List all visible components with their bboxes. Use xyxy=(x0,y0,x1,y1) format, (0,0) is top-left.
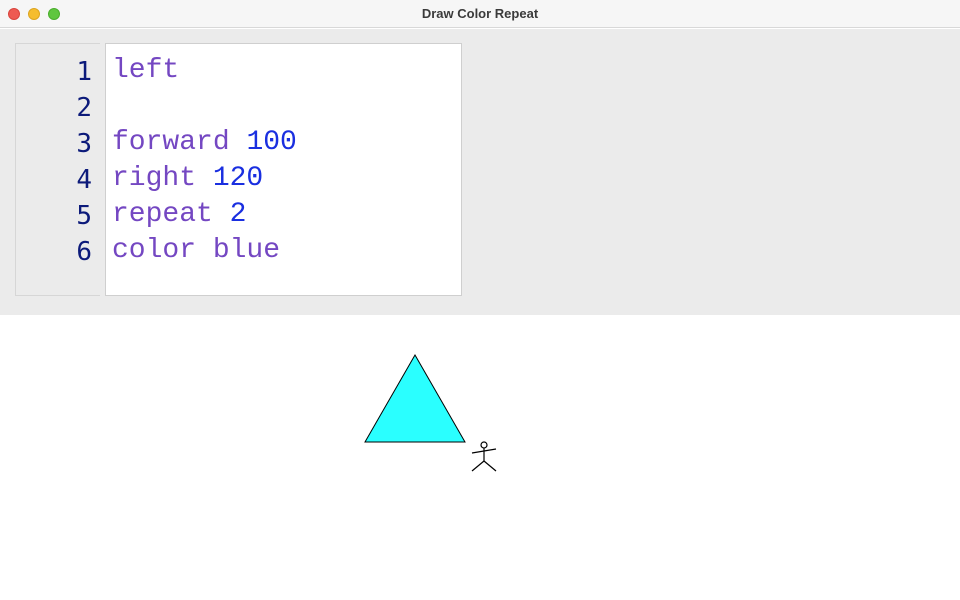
code-value: 100 xyxy=(246,127,297,158)
title-bar: Draw Color Repeat xyxy=(0,0,960,28)
code-value: 2 xyxy=(229,199,247,230)
editor-panel: 1 2 3 4 5 6 left forward 100 right 120 r… xyxy=(0,29,960,315)
line-number: 1 xyxy=(76,57,92,87)
line-number: 5 xyxy=(76,201,92,231)
code-line[interactable]: left xyxy=(112,53,179,89)
line-number: 2 xyxy=(76,93,92,123)
code-keyword: repeat xyxy=(112,199,213,230)
code-keyword: left xyxy=(112,55,180,86)
turtle-left-leg xyxy=(471,460,485,472)
code-line[interactable]: repeat 2 xyxy=(112,197,246,233)
line-number: 3 xyxy=(76,129,92,159)
line-number-gutter: 1 2 3 4 5 6 xyxy=(15,43,100,296)
line-number: 6 xyxy=(76,237,92,267)
code-editor[interactable]: left forward 100 right 120 repeat 2 colo… xyxy=(105,43,462,296)
app-window: Draw Color Repeat 1 2 3 4 5 6 left forwa… xyxy=(0,0,960,600)
code-keyword: right xyxy=(112,163,197,194)
code-line[interactable]: forward 100 xyxy=(112,125,297,161)
code-value: 120 xyxy=(212,163,264,194)
drawing-canvas[interactable] xyxy=(0,315,960,600)
turtle-head xyxy=(480,441,488,449)
code-line[interactable]: right 120 xyxy=(112,161,263,197)
code-keyword: forward xyxy=(112,127,230,158)
code-line[interactable]: color blue xyxy=(112,233,280,269)
drawing-surface xyxy=(364,353,497,472)
stick-figure-icon xyxy=(471,441,497,472)
code-keyword: color blue xyxy=(112,235,281,266)
turtle-right-leg xyxy=(483,460,497,472)
line-number: 4 xyxy=(76,165,92,195)
cyan-triangle xyxy=(364,353,466,443)
window-title: Draw Color Repeat xyxy=(421,6,539,21)
